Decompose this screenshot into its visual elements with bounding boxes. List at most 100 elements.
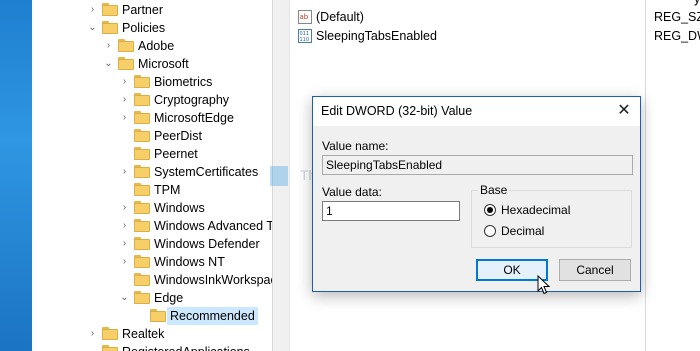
- folder-icon: [150, 309, 166, 322]
- tree-node-label: Policies: [122, 21, 166, 35]
- tree-node-realtek[interactable]: › Realtek: [88, 325, 268, 343]
- tree-node-label: MicrosoftEdge: [154, 111, 234, 125]
- expand-chevron-icon[interactable]: ›: [120, 73, 129, 91]
- expand-chevron-icon[interactable]: ›: [120, 235, 129, 253]
- tree-node-recommended[interactable]: Recommended: [136, 307, 272, 325]
- value-type: REG_DW: [654, 29, 700, 43]
- type-header-fragment: y: [694, 0, 700, 8]
- dialog-titlebar[interactable]: Edit DWORD (32-bit) Value ✕: [313, 97, 640, 126]
- collapse-chevron-icon[interactable]: ⌄: [120, 289, 129, 307]
- edit-dword-dialog[interactable]: Edit DWORD (32-bit) Value ✕ Value name: …: [312, 96, 641, 292]
- tree-node-systemcertificates[interactable]: › SystemCertificates: [120, 163, 272, 181]
- tree-node-label: Cryptography: [154, 93, 230, 107]
- radio-label: Decimal: [501, 224, 545, 238]
- tree-node-label-selected: Recommended: [167, 307, 258, 325]
- tree-node-tpm[interactable]: TPM: [120, 181, 272, 199]
- expand-chevron-icon[interactable]: ›: [120, 199, 129, 217]
- tree-node-peerdist[interactable]: PeerDist: [120, 127, 272, 145]
- tree-node-cryptography[interactable]: › Cryptography: [120, 91, 272, 109]
- tree-node-label: Partner: [122, 3, 163, 17]
- tree-node-label: SystemCertificates: [154, 165, 259, 179]
- collapse-chevron-icon[interactable]: ⌄: [88, 19, 97, 37]
- tree-node-windows[interactable]: › Windows: [120, 199, 272, 217]
- expand-chevron-icon[interactable]: ›: [120, 91, 129, 109]
- folder-icon: [134, 93, 150, 106]
- collapse-chevron-icon[interactable]: ⌄: [104, 55, 113, 73]
- tree-node-label: Microsoft: [138, 57, 189, 71]
- base-label: Base: [478, 183, 510, 197]
- tree-node-microsoft[interactable]: ⌄ Microsoft: [104, 55, 268, 73]
- folder-icon: [102, 3, 118, 16]
- tree-node-label: RegisteredApplications: [122, 343, 250, 351]
- mouse-cursor-icon: [537, 275, 551, 295]
- string-value-icon: ab: [298, 10, 312, 24]
- value-name: (Default): [316, 10, 364, 24]
- radio-hexadecimal[interactable]: Hexadecimal: [484, 201, 570, 219]
- tree-node-label: TPM: [154, 183, 181, 197]
- expand-chevron-icon[interactable]: ›: [88, 1, 97, 19]
- value-name: SleepingTabsEnabled: [316, 29, 437, 43]
- tree-node-edge[interactable]: ⌄ Edge: [120, 289, 272, 307]
- radio-label: Hexadecimal: [501, 203, 571, 217]
- tree-node-label: WindowsInkWorkspac: [154, 273, 272, 287]
- tree-node-windows-nt[interactable]: › Windows NT: [120, 253, 272, 271]
- cancel-button[interactable]: Cancel: [559, 259, 631, 281]
- tree-node-peernet[interactable]: Peernet: [120, 145, 272, 163]
- folder-icon: [102, 345, 118, 351]
- tree-node-label: Realtek: [122, 327, 165, 341]
- registry-tree[interactable]: › Partner ⌄ Policies › Adobe ⌄ Microsoft…: [32, 0, 272, 351]
- value-data-input[interactable]: 1: [322, 201, 460, 221]
- tree-node-partner[interactable]: › Partner: [88, 1, 268, 19]
- tree-node-label: Windows NT: [154, 255, 225, 269]
- folder-icon: [118, 57, 134, 70]
- folder-icon: [134, 111, 150, 124]
- desktop-background: [0, 0, 32, 351]
- value-row-sleepingtabsenabled[interactable]: 011 110 SleepingTabsEnabled REG_DW: [290, 27, 700, 45]
- folder-icon: [134, 201, 150, 214]
- radio-selected-icon: [484, 204, 496, 216]
- radio-decimal[interactable]: Decimal: [484, 222, 544, 240]
- expand-chevron-icon[interactable]: ›: [120, 217, 129, 235]
- folder-icon: [134, 75, 150, 88]
- value-type: REG_SZ: [654, 10, 700, 24]
- folder-icon: [134, 273, 150, 286]
- tree-node-windows-defender[interactable]: › Windows Defender: [120, 235, 272, 253]
- tree-node-label: PeerDist: [154, 129, 202, 143]
- expand-chevron-icon[interactable]: ›: [104, 37, 113, 55]
- folder-icon: [134, 183, 150, 196]
- tree-node-label: Peernet: [154, 147, 198, 161]
- tree-node-label: Windows: [154, 201, 205, 215]
- pane-splitter[interactable]: [272, 0, 290, 351]
- value-name-label: Value name:: [322, 139, 389, 153]
- expand-chevron-icon[interactable]: ›: [120, 163, 129, 181]
- tree-node-label: Adobe: [138, 39, 175, 53]
- base-groupbox: Base Hexadecimal Decimal: [471, 183, 632, 248]
- tree-node-label: Biometrics: [154, 75, 213, 89]
- close-icon[interactable]: ✕: [612, 100, 636, 122]
- expand-chevron-icon[interactable]: ›: [120, 253, 129, 271]
- folder-icon: [102, 327, 118, 340]
- folder-icon: [118, 39, 134, 52]
- tree-node-microsoftedge[interactable]: › MicrosoftEdge: [120, 109, 272, 127]
- folder-icon: [102, 21, 118, 34]
- tree-node-label: Edge: [154, 291, 184, 305]
- tree-node-biometrics[interactable]: › Biometrics: [120, 73, 272, 91]
- column-divider: [645, 0, 646, 351]
- tree-node-windows-advanced[interactable]: › Windows Advanced T: [120, 217, 272, 235]
- value-name-field[interactable]: SleepingTabsEnabled: [322, 155, 633, 175]
- expand-chevron-icon[interactable]: ›: [120, 109, 129, 127]
- folder-icon: [134, 147, 150, 160]
- folder-icon: [134, 129, 150, 142]
- tree-node-windowsinkworkspace[interactable]: WindowsInkWorkspac: [120, 271, 272, 289]
- tree-node-registeredapplications[interactable]: RegisteredApplications: [88, 343, 268, 351]
- folder-icon: [134, 165, 150, 178]
- folder-icon: [134, 291, 150, 304]
- tree-node-policies[interactable]: ⌄ Policies: [88, 19, 268, 37]
- value-data-label: Value data:: [322, 185, 382, 199]
- value-row-default[interactable]: ab (Default) REG_SZ: [290, 8, 700, 26]
- tree-node-adobe[interactable]: › Adobe: [104, 37, 268, 55]
- folder-icon: [134, 255, 150, 268]
- expand-chevron-icon[interactable]: ›: [88, 325, 97, 343]
- folder-icon: [134, 237, 150, 250]
- tree-node-label: Windows Defender: [154, 237, 260, 251]
